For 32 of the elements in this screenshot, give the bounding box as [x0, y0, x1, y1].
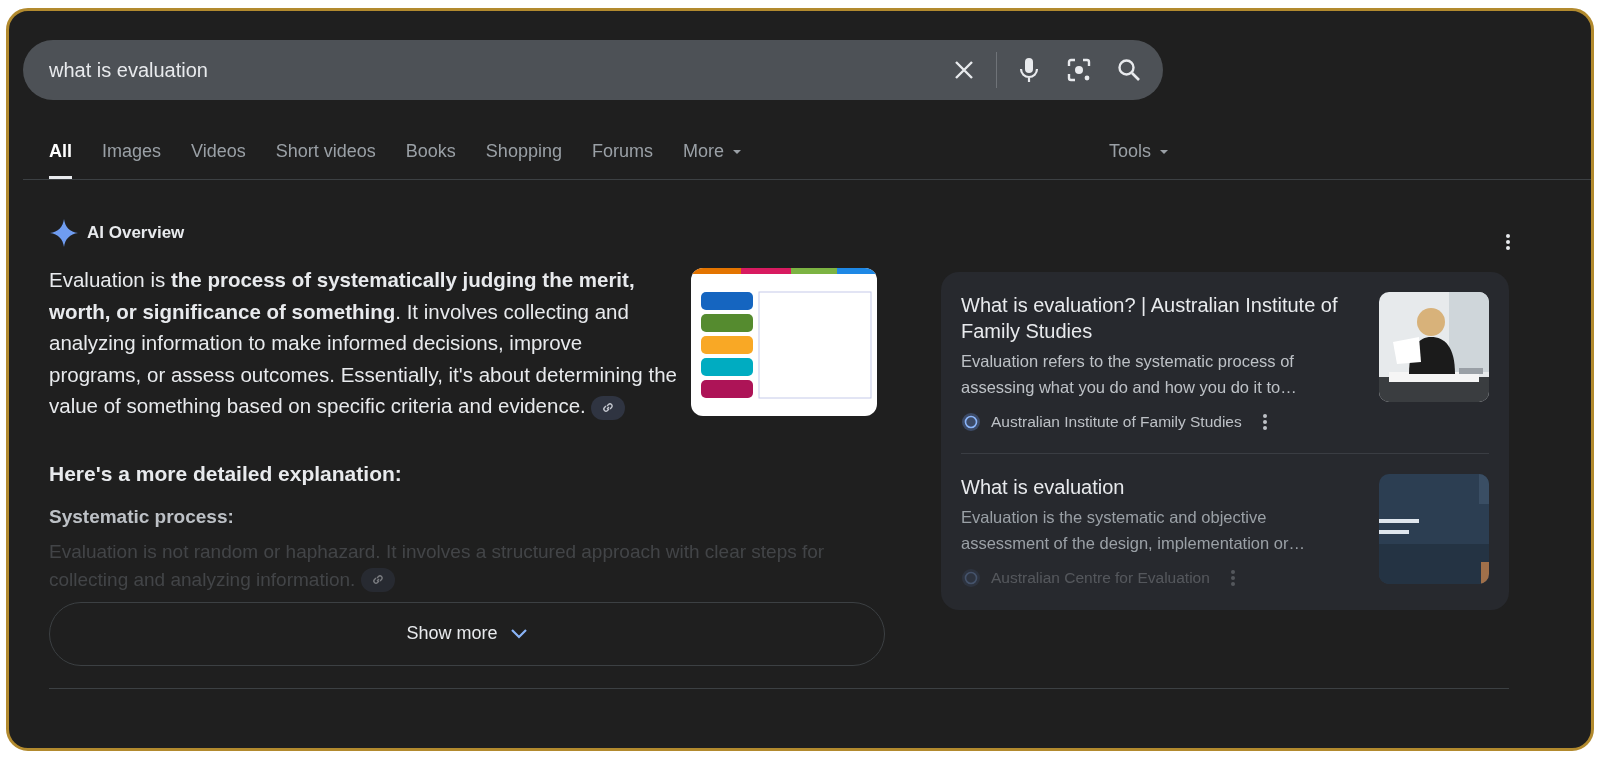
- tab[interactable]: More: [682, 138, 742, 179]
- tab[interactable]: Shopping: [485, 138, 562, 179]
- source-row[interactable]: What is evaluation? | Australian Institute of Family Studies Evaluation refers to the systematic process of assessing what you do and how you do it to… Australian Institute of Family Studies: [961, 292, 1489, 454]
- section-heading: Here's a more detailed explanation:: [49, 460, 403, 487]
- sparkle-icon: [49, 218, 79, 248]
- tab[interactable]: Videos: [191, 138, 246, 179]
- source-site[interactable]: Australian Institute of Family Studies: [991, 410, 1242, 434]
- caret-icon: [731, 149, 742, 156]
- chevron-down-icon: [509, 627, 528, 640]
- source-title[interactable]: What is evaluation: [961, 474, 1359, 501]
- search-query: what is evaluation: [49, 58, 209, 83]
- link-icon[interactable]: [591, 395, 626, 420]
- show-more-button[interactable]: Show more: [49, 601, 885, 666]
- tab[interactable]: Forums: [591, 138, 653, 179]
- globe-icon: [961, 567, 981, 588]
- tab[interactable]: All: [49, 138, 72, 179]
- caret-icon: [1159, 149, 1170, 156]
- globe-icon: [961, 411, 981, 432]
- source-snippet: Evaluation refers to the systematic process of assessing what you do and how you do it to…: [961, 351, 1298, 398]
- source-snippet: Evaluation is the systematic and objective assessment of the design, implementation or…: [961, 507, 1306, 555]
- tab[interactable]: Short videos: [275, 138, 376, 179]
- point-title: Systematic process:: [49, 505, 235, 529]
- link-icon[interactable]: [360, 568, 395, 593]
- tools-button[interactable]: Tools: [1109, 138, 1170, 179]
- summary-paragraph: Evaluation is the process of systematically judging the merit, worth, or significance of something. It involves collecting and analyzing information to make informed decisions, improve programs, or assess outcomes. Essentially, it's about determining the value of something based on specific criteria and evidence.: [49, 264, 679, 422]
- more-options-icon[interactable]: [1505, 233, 1511, 251]
- tab[interactable]: Books: [405, 138, 456, 179]
- section-title: AI Overview: [87, 222, 185, 245]
- source-title[interactable]: What is evaluation? | Australian Institute of Family Studies: [961, 292, 1359, 344]
- tab[interactable]: Images: [102, 138, 162, 179]
- search-bar[interactable]: what is evaluation: [23, 40, 1163, 100]
- more-options-icon[interactable]: [1261, 412, 1268, 431]
